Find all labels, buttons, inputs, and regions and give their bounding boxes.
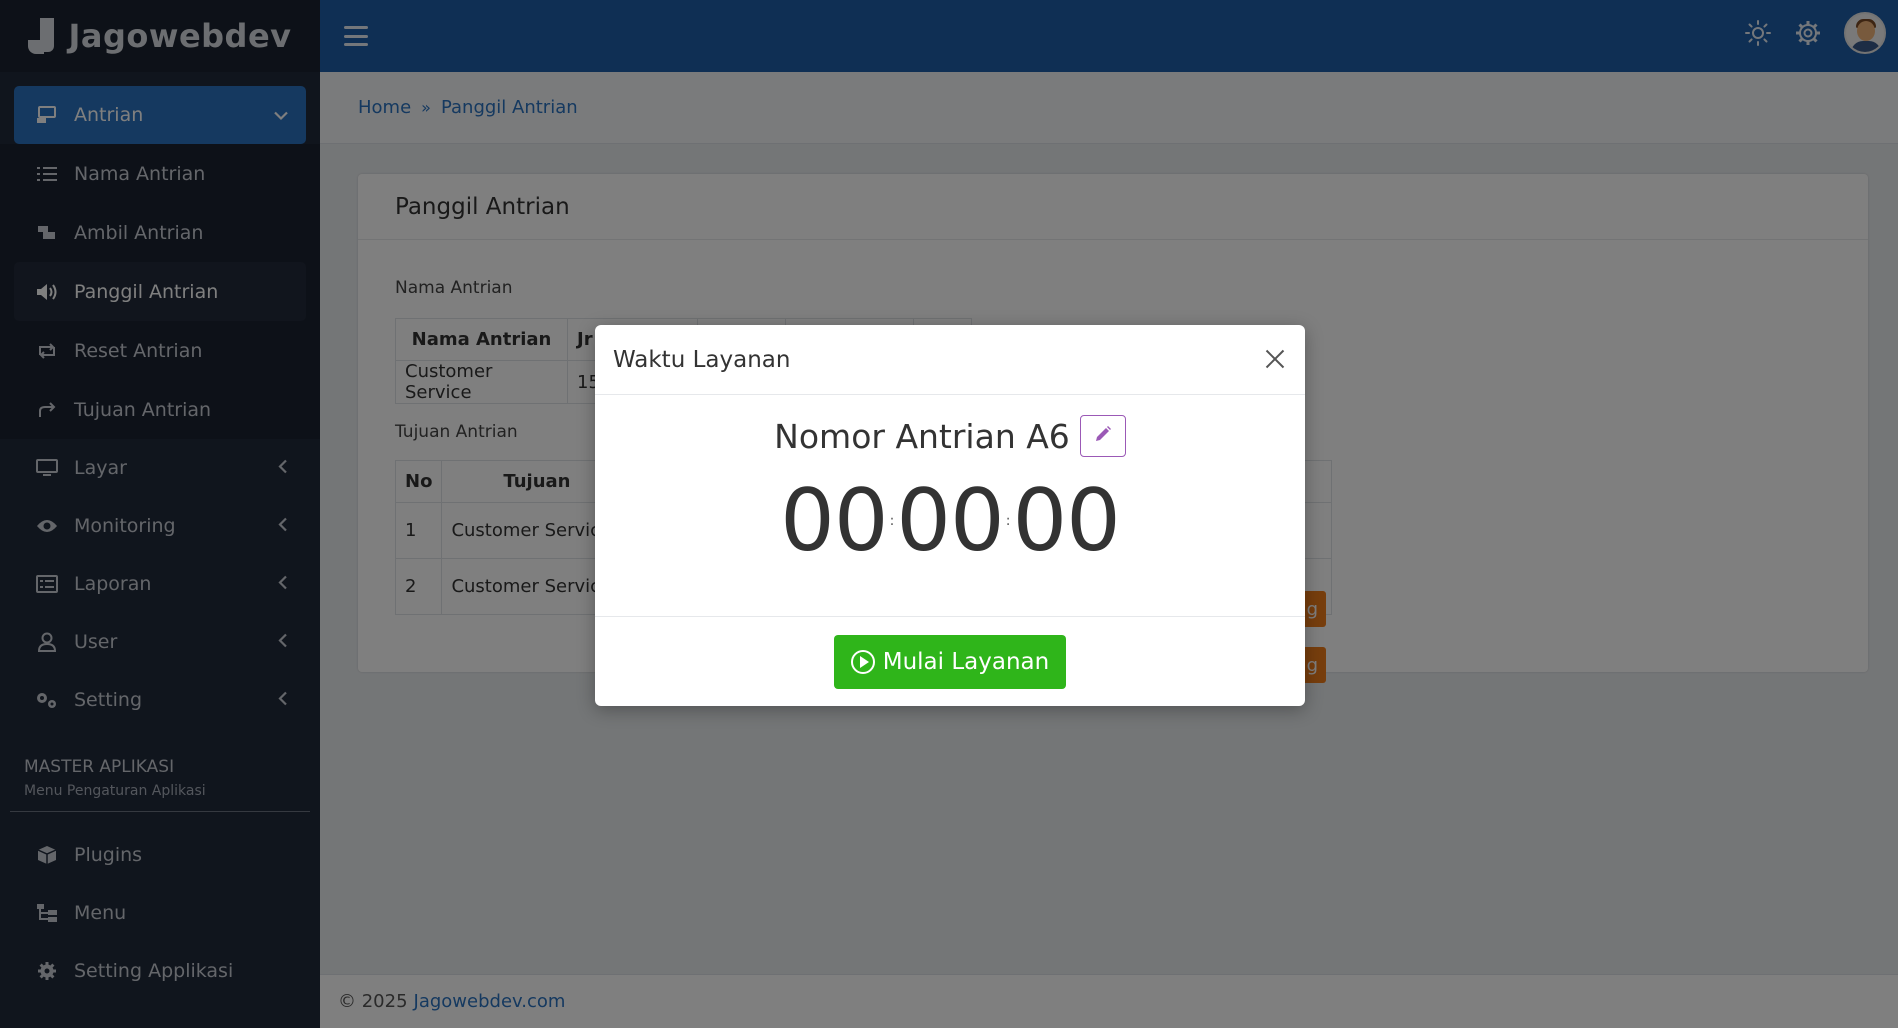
queue-number-row: Nomor Antrian A6: [595, 415, 1305, 457]
timer-separator: :: [1005, 513, 1011, 529]
timer-seconds: 00: [1012, 471, 1120, 571]
service-timer: 00 : 00 : 00: [595, 471, 1305, 571]
mulai-layanan-label: Mulai Layanan: [882, 648, 1050, 675]
modal-header: Waktu Layanan: [595, 325, 1305, 395]
play-circle-icon: [850, 649, 875, 674]
modal-title: Waktu Layanan: [613, 346, 791, 373]
timer-minutes: 00: [896, 471, 1004, 571]
pencil-icon: [1094, 424, 1112, 448]
timer-hours: 00: [780, 471, 888, 571]
timer-separator: :: [889, 513, 895, 529]
mulai-layanan-button[interactable]: Mulai Layanan: [834, 634, 1066, 689]
queue-number-label: Nomor Antrian A6: [774, 416, 1070, 456]
modal-footer: Mulai Layanan: [595, 616, 1305, 706]
waktu-layanan-modal: Waktu Layanan Nomor Antrian A6 00 : 00 :…: [595, 325, 1305, 706]
edit-button[interactable]: [1079, 415, 1126, 457]
close-icon[interactable]: [1263, 347, 1287, 371]
